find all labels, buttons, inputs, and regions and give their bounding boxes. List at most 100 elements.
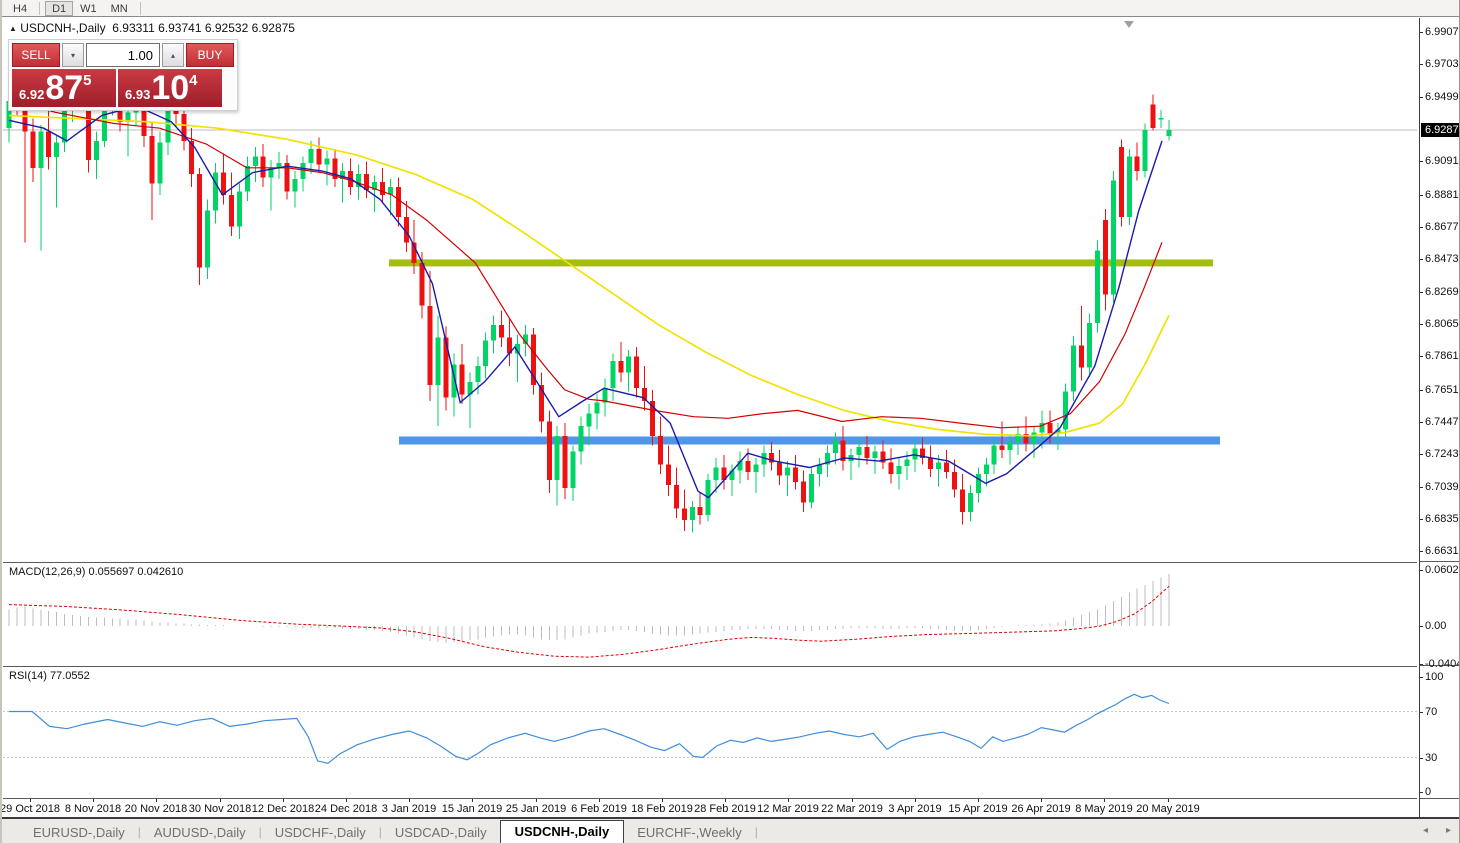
sell-price-base: 6.92 [19,87,45,102]
chart-tab-eurusd[interactable]: EURUSD-,Daily [20,822,138,843]
macd-axis-label: -0.040412 [1420,657,1459,671]
ohlc-high: 6.93741 [158,21,202,35]
macd-pane[interactable]: MACD(12,26,9) 0.055697 0.042610 [3,562,1417,666]
date-tick [978,799,979,802]
timeframe-button-mn[interactable]: MN [104,1,135,16]
chart-tab-bar: EURUSD-,Daily | AUDUSD-,Daily | USDCHF-,Dail… [2,819,1459,843]
tab-separator: | [754,825,758,839]
date-tick [472,799,473,802]
price-axis-label: 6.70390 [1420,480,1459,494]
price-axis[interactable]: 6.99070 6.97030 6.94990 6.90910 6.88810 6.867… [1419,18,1459,817]
volume-input[interactable] [86,43,160,67]
price-axis-label: 6.80650 [1420,317,1459,331]
chart-symbol-label: USDCNH-,Daily [20,21,106,35]
date-axis-label: 8 Nov 2018 [64,803,122,815]
sell-button[interactable]: SELL [12,43,60,67]
buy-price-pips: 10 [151,69,190,107]
date-tick [599,799,600,802]
timeframe-button-w1[interactable]: W1 [73,1,104,16]
date-tick [409,799,410,802]
price-axis-label: 6.86770 [1420,220,1459,234]
price-axis-label: 6.90910 [1420,154,1459,168]
date-axis-label: 18 Feb 2019 [631,803,693,815]
date-tick [1168,799,1169,802]
ohlc-open: 6.93311 [112,21,155,35]
ohlc-low: 6.92532 [204,21,249,35]
toolbar-separator [139,1,141,15]
date-axis-label: 8 May 2019 [1075,803,1133,815]
date-axis-label: 22 Mar 2019 [821,803,883,815]
date-axis-label: 26 Apr 2019 [1011,803,1071,815]
date-axis-label: 29 Oct 2018 [0,803,60,815]
quote-panel-expander-icon[interactable]: ▲ [9,24,17,33]
price-axis-label: 6.76510 [1420,383,1459,397]
macd-label: MACD(12,26,9) 0.055697 0.042610 [9,566,184,578]
tab-scroll-left-button[interactable]: ◂ [1423,825,1428,836]
volume-decrease-button[interactable]: ▾ [62,43,84,67]
date-axis-label: 28 Feb 2019 [694,803,756,815]
price-axis-label: 6.88810 [1420,188,1459,202]
price-axis-label: 6.74470 [1420,415,1459,429]
date-axis-label: 3 Jan 2019 [381,803,437,815]
price-axis-label: 6.84730 [1420,252,1459,266]
sell-price-pips: 87 [45,69,84,107]
rsi-canvas[interactable] [3,667,1417,798]
date-axis-label: 3 Apr 2019 [888,803,942,815]
date-tick [220,799,221,802]
date-tick [346,799,347,802]
tab-scroll-right-button[interactable]: ▸ [1446,825,1451,836]
date-axis-label: 12 Dec 2018 [251,803,315,815]
price-axis-label: 6.97030 [1420,57,1459,71]
date-tick [156,799,157,802]
toolbar-separator [39,1,41,15]
macd-canvas[interactable] [3,563,1417,666]
timeframe-button-h4[interactable]: H4 [6,1,34,16]
tab-scroll-arrows: ◂ ▸ [1423,825,1451,836]
date-tick [915,799,916,802]
date-tick [536,799,537,802]
macd-axis-label: 0.00 [1420,619,1459,633]
one-click-trading-panel: SELL ▾ ▴ BUY 6.92875 6.93104 [8,39,238,111]
price-axis-label: 6.78610 [1420,349,1459,363]
date-axis-label: 15 Apr 2019 [948,803,1008,815]
chart-ohlc-title: ▲ USDCNH-,Daily 6.93311 6.93741 6.92532 … [9,21,295,35]
date-tick [662,799,663,802]
date-axis[interactable]: 29 Oct 2018 8 Nov 2018 20 Nov 2018 30 Nov 2… [0,798,1417,817]
timeframe-button-d1[interactable]: D1 [45,0,74,16]
chart-tab-eurchf[interactable]: EURCHF-,Weekly [624,822,755,843]
sell-price-box[interactable]: 6.92 87 5 [12,69,116,107]
price-pane[interactable]: ▲ USDCNH-,Daily 6.93311 6.93741 6.92532 … [3,18,1417,561]
macd-axis-label: 0.060274 [1420,563,1459,577]
buy-button[interactable]: BUY [186,43,234,67]
chart-tab-usdcnh[interactable]: USDCNH-,Daily [499,820,625,843]
chart-tab-usdchf[interactable]: USDCHF-,Daily [262,822,379,843]
date-tick [283,799,284,802]
price-axis-label: 6.72430 [1420,447,1459,461]
date-tick [30,799,31,802]
rsi-axis-label: 70 [1420,705,1459,719]
date-tick [852,799,853,802]
rsi-pane[interactable]: RSI(14) 77.0552 [3,666,1417,798]
rsi-axis-label: 100 [1420,670,1459,684]
date-axis-label: 12 Mar 2019 [757,803,819,815]
date-tick [725,799,726,802]
date-tick [93,799,94,802]
price-axis-label: 6.68350 [1420,512,1459,526]
caret-up-icon: ▴ [170,50,175,60]
caret-down-icon: ▾ [70,50,75,60]
chart-tab-audusd[interactable]: AUDUSD-,Daily [141,822,259,843]
date-axis-label: 30 Nov 2018 [188,803,252,815]
date-axis-label: 20 Nov 2018 [124,803,188,815]
date-tick [1041,799,1042,802]
volume-increase-button[interactable]: ▴ [162,43,184,67]
rsi-label: RSI(14) 77.0552 [9,670,90,682]
pane-separator [1420,561,1459,562]
date-axis-label: 24 Dec 2018 [314,803,378,815]
date-tick [788,799,789,802]
price-axis-label: 6.94990 [1420,90,1459,104]
buy-price-box[interactable]: 6.93 10 4 [118,69,222,107]
ohlc-close: 6.92875 [251,21,295,35]
date-axis-label: 25 Jan 2019 [505,803,567,815]
chart-tab-usdcad[interactable]: USDCAD-,Daily [382,822,500,843]
price-axis-label: 6.66310 [1420,544,1459,558]
